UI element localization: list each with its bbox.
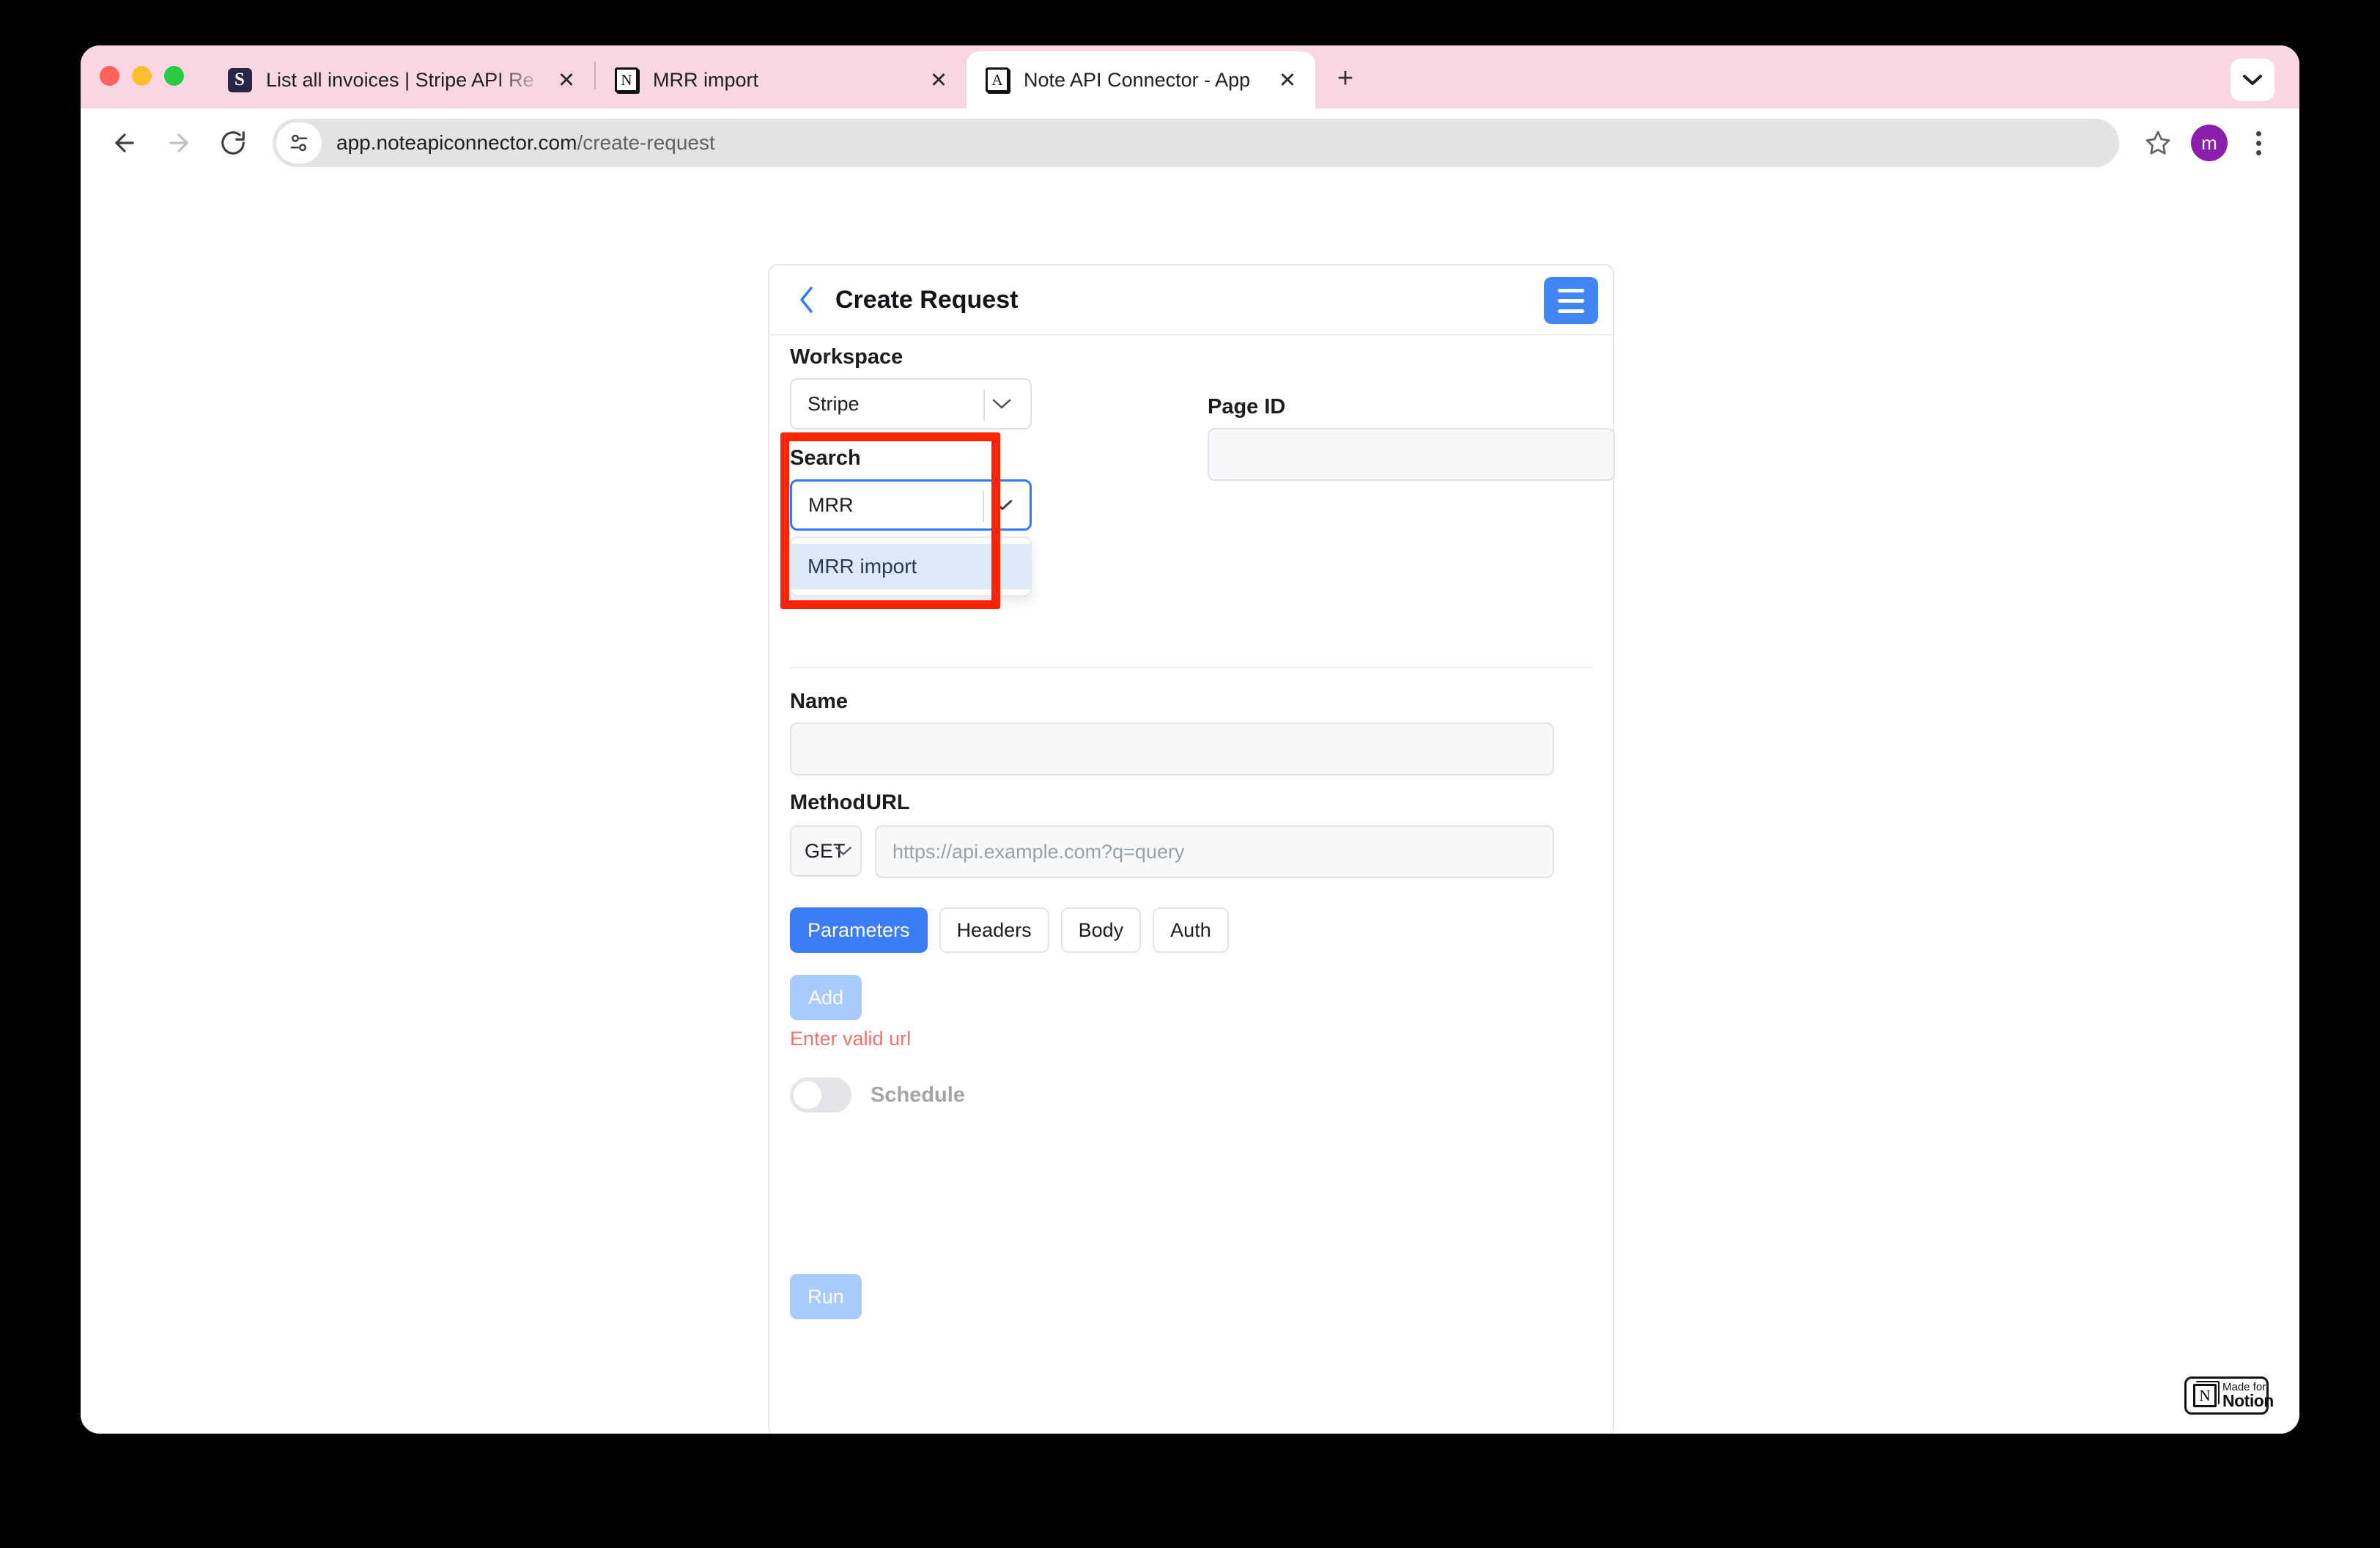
card-header: Create Request bbox=[769, 265, 1613, 336]
select-divider bbox=[983, 491, 984, 522]
forward-button[interactable] bbox=[154, 118, 204, 168]
tab-body[interactable]: Body bbox=[1060, 907, 1142, 953]
address-bar[interactable]: app.noteapiconnector.com/create-request bbox=[273, 119, 2119, 167]
badge-brand: Notion bbox=[2222, 1391, 2274, 1410]
search-label: Search bbox=[790, 446, 861, 470]
stripe-icon: S bbox=[226, 67, 253, 93]
name-input[interactable] bbox=[790, 723, 1554, 775]
chevron-down-icon[interactable] bbox=[834, 827, 853, 875]
method-url-row: Method URL GET https://api.example.com?q… bbox=[790, 790, 1554, 878]
browser-window: S List all invoices | Stripe API Re ✕ N … bbox=[81, 45, 2299, 1434]
tab-title: MRR import bbox=[653, 69, 759, 91]
page-id-input[interactable] bbox=[1208, 428, 1615, 481]
notion-icon: N bbox=[613, 67, 640, 93]
browser-toolbar: app.noteapiconnector.com/create-request … bbox=[81, 108, 2299, 177]
new-tab-button[interactable]: + bbox=[1326, 59, 1365, 98]
window-traffic-lights bbox=[100, 45, 209, 108]
search-field-group: Search MRR MRR import bbox=[790, 446, 1032, 597]
tab-headers[interactable]: Headers bbox=[939, 907, 1049, 953]
search-input[interactable]: MRR bbox=[790, 479, 1032, 531]
browser-tab-stripe[interactable]: S List all invoices | Stripe API Re ✕ bbox=[209, 51, 594, 108]
url-text: app.noteapiconnector.com/create-request bbox=[336, 130, 715, 155]
tab-title: List all invoices | Stripe API Re bbox=[266, 69, 534, 91]
browser-menu-icon[interactable] bbox=[2238, 121, 2279, 165]
search-option-mrr-import[interactable]: MRR import bbox=[791, 544, 1030, 589]
name-label: Name bbox=[790, 690, 848, 713]
close-tab-button[interactable]: ✕ bbox=[921, 62, 956, 97]
method-select[interactable]: GET bbox=[790, 825, 862, 877]
close-window-button[interactable] bbox=[100, 65, 119, 86]
badge-text: Made for Notion bbox=[2222, 1382, 2274, 1409]
app-icon: A bbox=[984, 67, 1010, 93]
avatar[interactable]: m bbox=[2191, 125, 2228, 161]
close-tab-button[interactable]: ✕ bbox=[549, 62, 584, 97]
card-body: Workspace Stripe Page ID Name Method URL… bbox=[769, 336, 1615, 1319]
close-tab-button[interactable]: ✕ bbox=[1270, 62, 1305, 97]
url-placeholder: https://api.example.com?q=query bbox=[892, 840, 1185, 863]
browser-tab-note-api-connector[interactable]: A Note API Connector - App ✕ bbox=[967, 51, 1315, 108]
create-request-card: Create Request Workspace Stripe Page ID … bbox=[768, 264, 1615, 1434]
reload-button[interactable] bbox=[208, 118, 258, 168]
method-label: Method bbox=[790, 791, 866, 814]
validation-error-message: Enter valid url bbox=[790, 1028, 912, 1050]
tab-title: Note API Connector - App bbox=[1024, 69, 1251, 91]
chevron-down-icon[interactable] bbox=[2231, 59, 2274, 101]
tab-strip: S List all invoices | Stripe API Re ✕ N … bbox=[81, 45, 2299, 108]
page-id-label: Page ID bbox=[1208, 395, 1286, 419]
site-settings-icon[interactable] bbox=[276, 122, 322, 163]
schedule-label: Schedule bbox=[871, 1083, 965, 1107]
search-dropdown-menu: MRR import bbox=[790, 537, 1032, 597]
workspace-value: Stripe bbox=[808, 392, 860, 415]
section-divider bbox=[790, 667, 1592, 668]
back-button[interactable] bbox=[100, 118, 149, 168]
search-value: MRR bbox=[808, 493, 854, 516]
toggle-knob bbox=[792, 1080, 823, 1110]
add-parameter-button[interactable]: Add bbox=[790, 975, 862, 1020]
schedule-toggle[interactable] bbox=[790, 1077, 851, 1113]
tab-auth[interactable]: Auth bbox=[1153, 907, 1229, 953]
bookmark-star-icon[interactable] bbox=[2137, 122, 2179, 164]
maximize-window-button[interactable] bbox=[164, 65, 184, 86]
page-viewport: Create Request Workspace Stripe Page ID … bbox=[81, 177, 2299, 1434]
workspace-label: Workspace bbox=[790, 345, 903, 369]
url-domain: app.noteapiconnector.com bbox=[336, 131, 577, 154]
page-id-field-group: Page ID bbox=[1208, 394, 1615, 481]
back-chevron-icon[interactable] bbox=[790, 283, 824, 317]
minimize-window-button[interactable] bbox=[132, 65, 152, 86]
chevron-down-icon[interactable] bbox=[985, 380, 1019, 428]
workspace-field-group: Workspace Stripe bbox=[790, 344, 1032, 430]
tab-parameters[interactable]: Parameters bbox=[790, 907, 928, 953]
workspace-select[interactable]: Stripe bbox=[790, 378, 1032, 430]
name-field-group: Name bbox=[790, 689, 1554, 775]
page-title: Create Request bbox=[835, 285, 1019, 314]
url-input[interactable]: https://api.example.com?q=query bbox=[875, 825, 1554, 878]
url-path: /create-request bbox=[577, 131, 715, 154]
url-label: URL bbox=[866, 791, 910, 814]
hamburger-menu-icon[interactable] bbox=[1544, 277, 1598, 324]
made-for-notion-badge: N Made for Notion bbox=[2184, 1376, 2274, 1415]
run-button[interactable]: Run bbox=[790, 1274, 862, 1319]
notion-cube-icon: N bbox=[2193, 1384, 2217, 1407]
browser-tab-mrr-import[interactable]: N MRR import ✕ bbox=[596, 51, 967, 108]
schedule-row: Schedule bbox=[790, 1077, 965, 1113]
request-section-tabs: Parameters Headers Body Auth bbox=[790, 907, 1229, 953]
chevron-down-icon[interactable] bbox=[986, 482, 1019, 528]
